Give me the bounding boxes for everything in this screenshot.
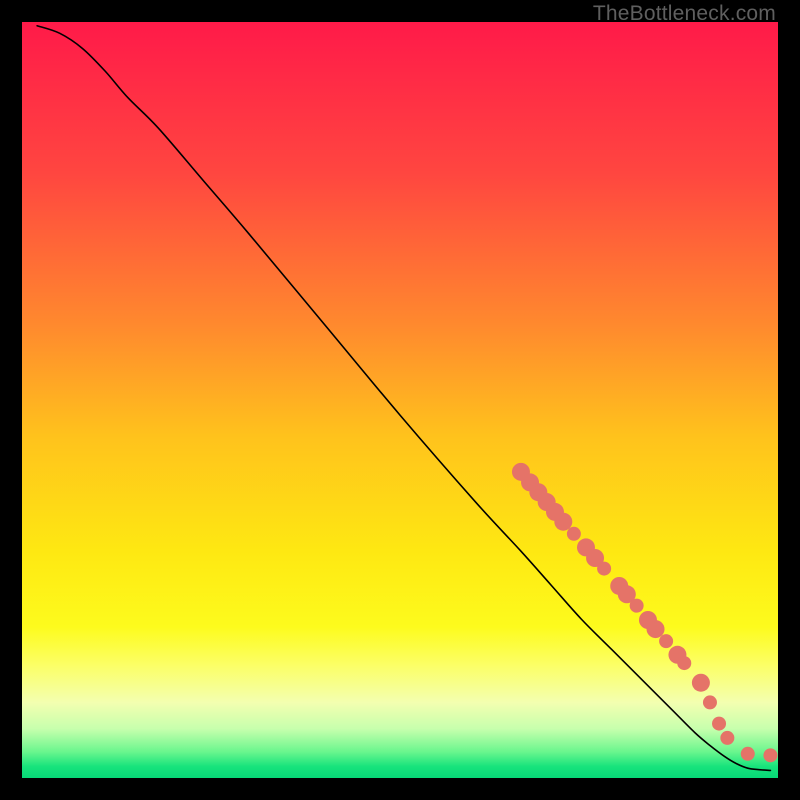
marker-point: [630, 599, 644, 613]
marker-point: [659, 634, 673, 648]
marker-point: [677, 656, 691, 670]
marker-point: [712, 717, 726, 731]
chart-frame: [22, 22, 778, 778]
bottleneck-chart: [22, 22, 778, 778]
marker-point: [720, 731, 734, 745]
marker-point: [763, 748, 777, 762]
marker-point: [692, 674, 710, 692]
marker-point: [703, 695, 717, 709]
marker-point: [597, 562, 611, 576]
chart-background: [22, 22, 778, 778]
marker-point: [647, 620, 665, 638]
marker-point: [741, 747, 755, 761]
marker-point: [554, 513, 572, 531]
marker-point: [567, 527, 581, 541]
